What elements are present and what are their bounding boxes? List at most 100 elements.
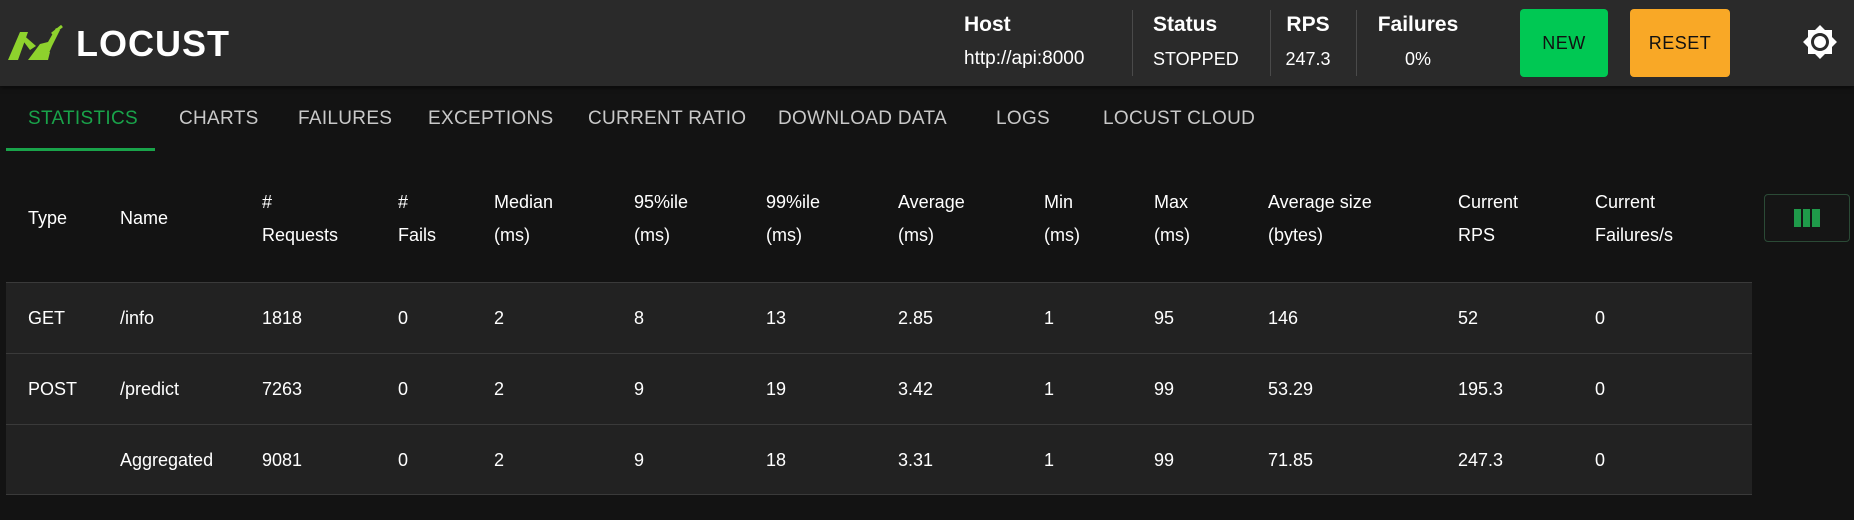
header-line: (ms) bbox=[1154, 225, 1190, 245]
tab-failures[interactable]: FAILURES bbox=[298, 86, 392, 152]
new-button[interactable]: NEW bbox=[1520, 9, 1608, 77]
column-header-requests[interactable]: # Requests bbox=[262, 186, 338, 252]
brand[interactable]: LOCUST bbox=[6, 22, 230, 66]
cell-current-failures: 0 bbox=[1595, 308, 1606, 328]
locust-logo-icon bbox=[8, 24, 63, 60]
header-line: Max bbox=[1154, 192, 1189, 212]
active-tab-indicator bbox=[6, 148, 155, 151]
divider bbox=[1356, 10, 1357, 76]
view-column-icon bbox=[1794, 209, 1820, 227]
cell-min: 1 bbox=[1044, 379, 1055, 399]
cell-name: Aggregated bbox=[120, 450, 214, 470]
cell-name: /info bbox=[120, 308, 155, 328]
header-line: Requests bbox=[262, 225, 339, 245]
status-label: Status bbox=[1153, 13, 1218, 36]
failures-label: Failures bbox=[1377, 13, 1459, 36]
failures-stat: Failures 0% bbox=[1374, 10, 1462, 76]
cell-average-size: 53.29 bbox=[1268, 379, 1314, 399]
header-line: (ms) bbox=[1044, 225, 1080, 245]
header-line: Min bbox=[1044, 192, 1074, 212]
table-row: POST /predict 7263 0 2 9 19 3.42 1 99 53… bbox=[6, 353, 1752, 424]
header-line: Median bbox=[494, 192, 554, 212]
cell-95ile: 8 bbox=[634, 308, 645, 328]
column-selector-button[interactable] bbox=[1764, 194, 1850, 242]
cell-max: 95 bbox=[1154, 308, 1175, 328]
column-header-name[interactable]: Name bbox=[120, 202, 168, 235]
tab-charts[interactable]: CHARTS bbox=[179, 86, 259, 152]
header-line: Current bbox=[1458, 192, 1519, 212]
cell-average: 3.42 bbox=[898, 379, 934, 399]
brand-name: LOCUST bbox=[76, 23, 230, 64]
column-header-type[interactable]: Type bbox=[28, 202, 67, 235]
cell-current-rps: 52 bbox=[1458, 308, 1479, 328]
divider bbox=[1132, 10, 1133, 76]
tab-current-ratio[interactable]: CURRENT RATIO bbox=[588, 86, 746, 152]
header-line: (ms) bbox=[494, 225, 530, 245]
divider bbox=[1270, 10, 1271, 76]
cell-average: 3.31 bbox=[898, 450, 934, 470]
cell-95ile: 9 bbox=[634, 450, 645, 470]
column-header-median[interactable]: Median (ms) bbox=[494, 186, 553, 252]
header-line: RPS bbox=[1458, 225, 1496, 245]
cell-type: POST bbox=[28, 379, 78, 399]
cell-95ile: 9 bbox=[634, 379, 645, 399]
table-row-aggregated: Aggregated 9081 0 2 9 18 3.31 1 99 71.85… bbox=[6, 424, 1752, 495]
cell-requests: 1818 bbox=[262, 308, 303, 328]
header-line: (ms) bbox=[766, 225, 802, 245]
header-line: Failures/s bbox=[1595, 225, 1674, 245]
status-stat: Status STOPPED bbox=[1153, 10, 1239, 76]
tab-logs[interactable]: LOGS bbox=[996, 86, 1050, 152]
column-header-99ile[interactable]: 99%ile (ms) bbox=[766, 186, 820, 252]
cell-average: 2.85 bbox=[898, 308, 934, 328]
header-line: 99%ile bbox=[766, 192, 821, 212]
cell-average-size: 146 bbox=[1268, 308, 1299, 328]
cell-median: 2 bbox=[494, 308, 505, 328]
column-header-fails[interactable]: # Fails bbox=[398, 186, 436, 252]
status-value: STOPPED bbox=[1153, 49, 1239, 69]
tab-bar: STATISTICS CHARTS FAILURES EXCEPTIONS CU… bbox=[0, 86, 1854, 152]
cell-fails: 0 bbox=[398, 308, 409, 328]
host-label: Host bbox=[964, 13, 1011, 36]
host-stat: Host http://api:8000 bbox=[964, 10, 1084, 76]
cell-99ile: 13 bbox=[766, 308, 787, 328]
header-line: Average size bbox=[1268, 192, 1372, 212]
cell-current-rps: 247.3 bbox=[1458, 450, 1504, 470]
column-header-current-failures[interactable]: Current Failures/s bbox=[1595, 186, 1673, 252]
cell-fails: 0 bbox=[398, 450, 409, 470]
column-header-min[interactable]: Min (ms) bbox=[1044, 186, 1080, 252]
header-line: Type bbox=[28, 208, 68, 228]
column-header-95ile[interactable]: 95%ile (ms) bbox=[634, 186, 688, 252]
cell-requests: 7263 bbox=[262, 379, 303, 399]
cell-fails: 0 bbox=[398, 379, 409, 399]
tab-download-data[interactable]: DOWNLOAD DATA bbox=[778, 86, 947, 152]
host-value: http://api:8000 bbox=[964, 48, 1085, 69]
table-row: GET /info 1818 0 2 8 13 2.85 1 95 146 52… bbox=[6, 282, 1752, 353]
cell-max: 99 bbox=[1154, 450, 1175, 470]
cell-99ile: 19 bbox=[766, 379, 787, 399]
header-line: # bbox=[398, 192, 409, 212]
cell-type: GET bbox=[28, 308, 66, 328]
cell-median: 2 bbox=[494, 379, 505, 399]
column-header-max[interactable]: Max (ms) bbox=[1154, 186, 1190, 252]
tab-exceptions[interactable]: EXCEPTIONS bbox=[428, 86, 553, 152]
tab-statistics[interactable]: STATISTICS bbox=[28, 86, 138, 152]
column-header-average[interactable]: Average (ms) bbox=[898, 186, 965, 252]
column-header-average-size[interactable]: Average size (bytes) bbox=[1268, 186, 1372, 252]
header-line: Fails bbox=[398, 225, 437, 245]
rps-value: 247.3 bbox=[1285, 49, 1331, 69]
column-header-current-rps[interactable]: Current RPS bbox=[1458, 186, 1518, 252]
cell-name: /predict bbox=[120, 379, 180, 399]
cell-min: 1 bbox=[1044, 450, 1055, 470]
cell-current-failures: 0 bbox=[1595, 450, 1606, 470]
tab-locust-cloud[interactable]: LOCUST CLOUD bbox=[1103, 86, 1255, 152]
cell-requests: 9081 bbox=[262, 450, 303, 470]
theme-toggle-button[interactable] bbox=[1802, 24, 1838, 60]
header-line: Average bbox=[898, 192, 965, 212]
header-line: (ms) bbox=[898, 225, 934, 245]
cell-average-size: 71.85 bbox=[1268, 450, 1314, 470]
sun-icon bbox=[1803, 25, 1837, 59]
header-line: (ms) bbox=[634, 225, 670, 245]
header-line: Current bbox=[1595, 192, 1656, 212]
reset-button[interactable]: RESET bbox=[1630, 9, 1730, 77]
failures-value: 0% bbox=[1404, 49, 1431, 69]
